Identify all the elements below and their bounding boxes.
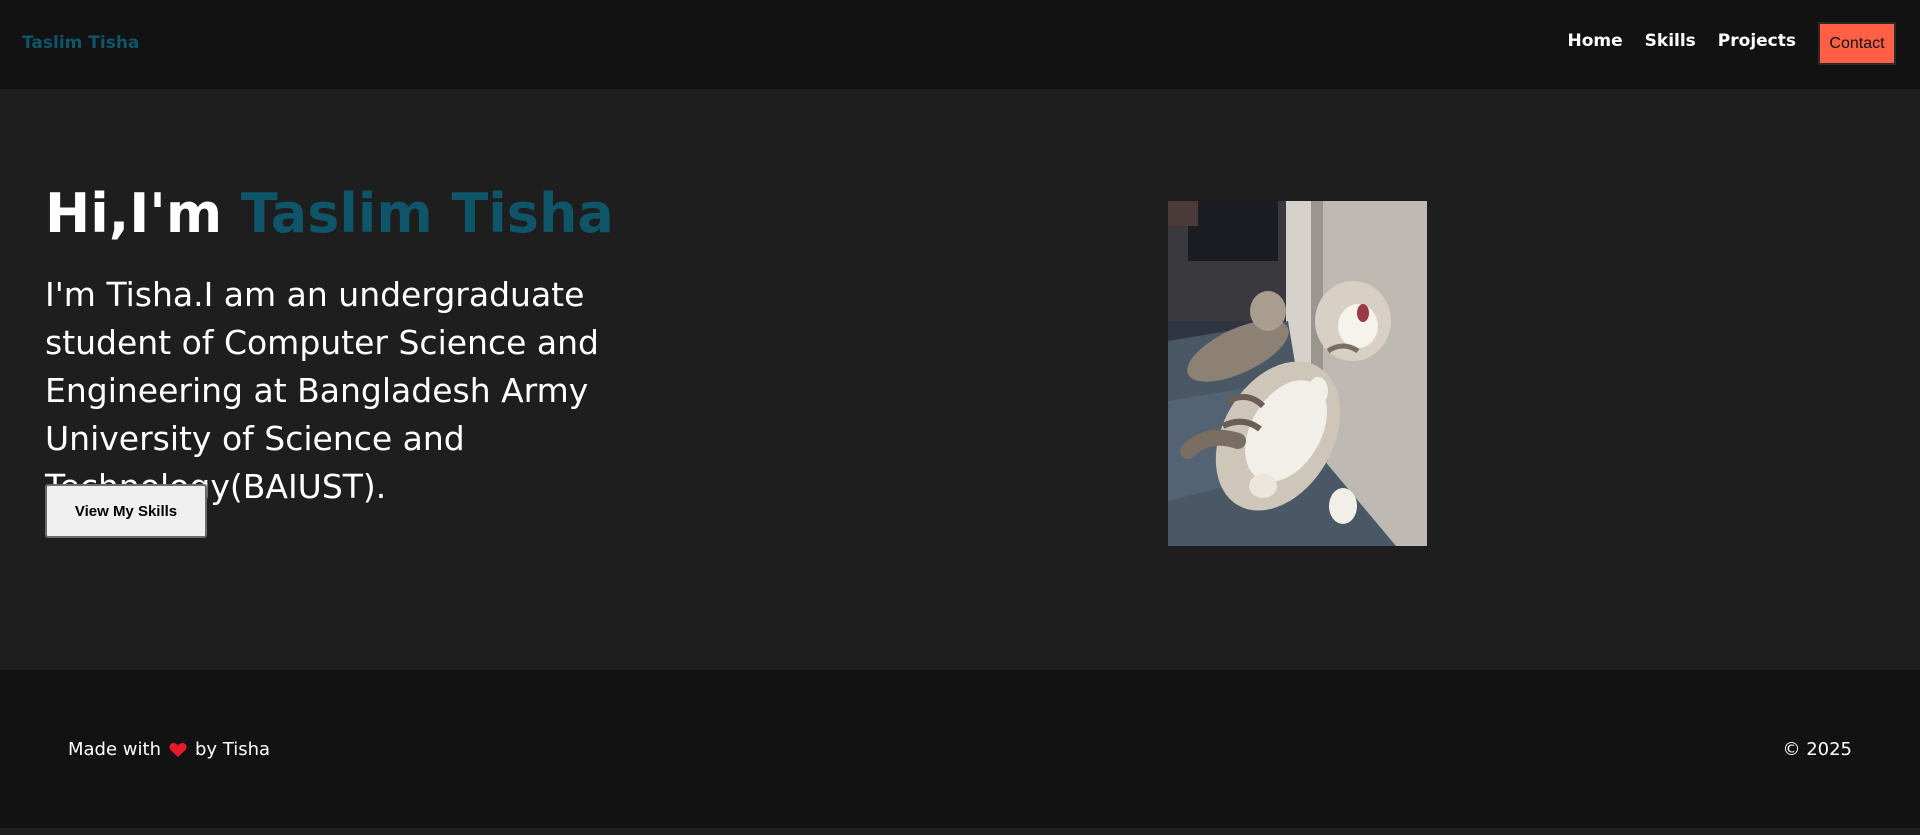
view-skills-button[interactable]: View My Skills <box>45 484 207 538</box>
nav-link-skills[interactable]: Skills <box>1645 31 1696 57</box>
footer-by: by Tisha <box>194 739 271 760</box>
brand-logo[interactable]: Taslim Tisha <box>22 33 139 53</box>
hero-greeting: Hi,I'm <box>45 182 241 245</box>
hero-title: Hi,I'm Taslim Tisha <box>45 184 614 243</box>
nav-links: Home Skills Projects Contact <box>1567 22 1896 65</box>
hero-description: I'm Tisha.I am an undergraduate student … <box>45 275 599 506</box>
hero-section: Hi,I'm Taslim Tisha I'm Tisha.I am an un… <box>0 89 1920 670</box>
nav-link-projects[interactable]: Projects <box>1718 31 1796 57</box>
contact-button[interactable]: Contact <box>1818 22 1896 65</box>
cat-photo-illustration <box>1168 201 1427 546</box>
footer-made-with: Made with <box>68 739 161 760</box>
navbar: Taslim Tisha Home Skills Projects Contac… <box>0 0 1920 89</box>
hero-name: Taslim Tisha <box>240 182 614 245</box>
bottom-strip <box>0 828 1920 835</box>
footer-copyright: © 2025 <box>1782 739 1852 760</box>
footer-credit: Made with by Tisha <box>68 739 270 760</box>
nav-link-home[interactable]: Home <box>1567 31 1622 57</box>
heart-icon <box>169 742 187 758</box>
footer: Made with by Tisha © 2025 <box>0 670 1920 828</box>
cat-photo <box>1168 201 1427 546</box>
